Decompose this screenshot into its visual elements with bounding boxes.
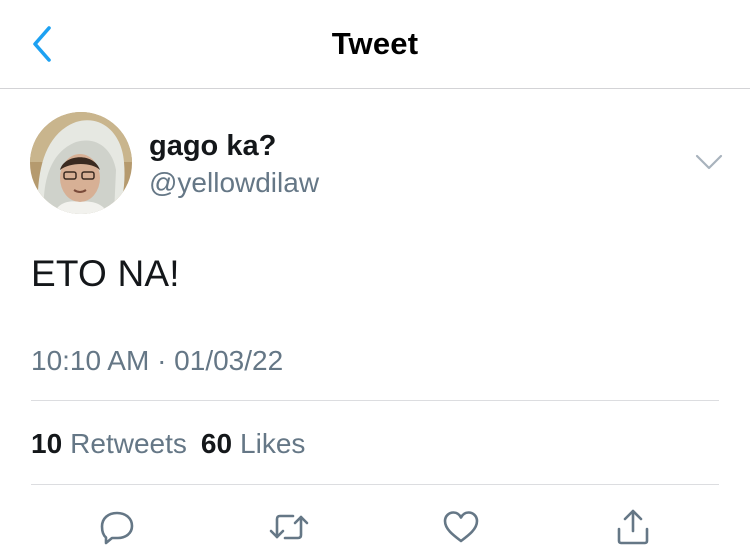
- tweet-text: ETO NA!: [31, 253, 180, 294]
- page-title: Tweet: [331, 26, 419, 61]
- tweet-timestamp: 10:10 AM · 01/03/22: [31, 345, 284, 376]
- nav-header: Tweet: [0, 0, 750, 89]
- tweet-stats: 10 Retweets 60 Likes: [31, 428, 319, 460]
- more-options-button[interactable]: [692, 150, 726, 174]
- retweets-label: Retweets: [70, 428, 187, 459]
- share-icon: [617, 509, 649, 545]
- chevron-down-icon: [695, 154, 723, 170]
- likes-count: 60: [200, 428, 233, 459]
- retweets-stat[interactable]: 10 Retweets: [31, 428, 187, 460]
- share-button[interactable]: [611, 505, 655, 549]
- like-button[interactable]: [439, 505, 483, 549]
- user-handle[interactable]: @yellowdilaw: [149, 167, 319, 199]
- likes-stat[interactable]: 60 Likes: [201, 428, 306, 460]
- retweets-count: 10: [31, 428, 63, 459]
- retweet-button[interactable]: [267, 505, 311, 549]
- avatar-image: [30, 112, 132, 214]
- tweet-detail-screen: Tweet gago ka? @yellowdilaw ETO NA! 10:1…: [0, 0, 750, 555]
- reply-icon: [100, 511, 134, 545]
- reply-button[interactable]: [95, 505, 139, 549]
- avatar[interactable]: [30, 112, 132, 214]
- likes-label: Likes: [240, 428, 306, 459]
- divider: [31, 484, 719, 485]
- display-name[interactable]: gago ka?: [149, 130, 276, 163]
- divider: [31, 400, 719, 401]
- retweet-icon: [269, 514, 309, 540]
- like-icon: [443, 511, 479, 543]
